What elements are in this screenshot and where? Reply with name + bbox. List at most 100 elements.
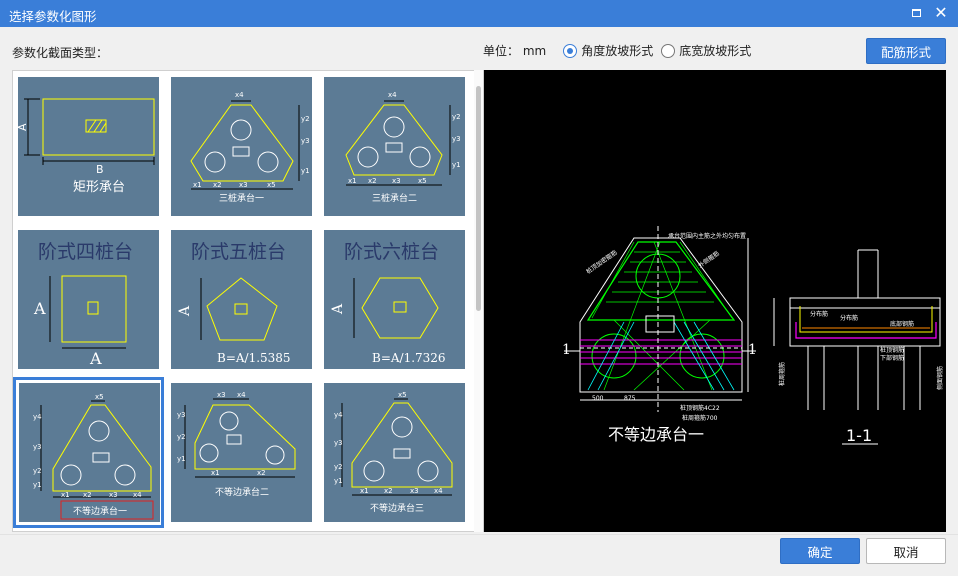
- svg-text:y1: y1: [33, 481, 42, 489]
- svg-text:x1: x1: [193, 181, 202, 189]
- svg-text:x3: x3: [217, 391, 226, 399]
- section-title: 1-1: [846, 426, 872, 445]
- rebar-form-button[interactable]: 配筋形式: [866, 38, 946, 64]
- three-pile-1-thumbnail: x4 y2 y3 y1 x1 x2 x3 x5 三桩承台一: [190, 91, 310, 204]
- tile-caption: 阶式四桩台: [38, 241, 133, 263]
- svg-text:1: 1: [562, 342, 571, 358]
- svg-text:875: 875: [624, 395, 636, 402]
- dim-label: A: [18, 123, 29, 131]
- title-bar: 选择参数化图形 ✕: [0, 0, 958, 27]
- svg-text:x2: x2: [213, 181, 222, 189]
- shape-tile-rect[interactable]: A B 矩形承台: [13, 71, 164, 222]
- svg-text:x3: x3: [239, 181, 248, 189]
- svg-text:x2: x2: [368, 177, 377, 185]
- shape-tile-unequal-1[interactable]: x5 y4 y3 y2 y1 x1 x2 x3 x4 不等边承台一: [13, 377, 164, 528]
- tile-caption: 矩形承台: [73, 180, 125, 195]
- svg-text:B=A/1.7326: B=A/1.7326: [372, 351, 446, 365]
- window-title: 选择参数化图形: [9, 9, 97, 24]
- svg-text:x1: x1: [211, 469, 220, 477]
- svg-text:1: 1: [748, 342, 757, 358]
- svg-text:x1: x1: [348, 177, 357, 185]
- svg-text:y1: y1: [177, 455, 186, 463]
- svg-text:y3: y3: [301, 137, 310, 145]
- svg-text:x1: x1: [61, 491, 70, 499]
- tile-caption: 三桩承台二: [372, 192, 417, 204]
- unequal-2-thumbnail: x3 x4 y3 y2 y1 x1 x2 不等边承台二: [177, 391, 296, 498]
- svg-text:y2: y2: [177, 433, 186, 441]
- maximize-button[interactable]: [907, 4, 925, 22]
- svg-text:A: A: [330, 303, 346, 315]
- close-icon: ✕: [934, 3, 948, 22]
- section-type-label: 参数化截面类型：: [12, 46, 109, 60]
- svg-text:y3: y3: [177, 411, 186, 419]
- svg-text:y2: y2: [301, 115, 310, 123]
- svg-text:分布筋: 分布筋: [810, 310, 828, 318]
- svg-text:x2: x2: [384, 487, 393, 495]
- svg-text:x4: x4: [434, 487, 443, 495]
- svg-text:桩周箍筋: 桩周箍筋: [778, 362, 786, 386]
- svg-text:下部钢筋: 下部钢筋: [880, 354, 904, 362]
- shape-tile-three-pile-2[interactable]: x4 y2 y3 y1 x1 x2 x3 x5 三桩承台二: [319, 71, 470, 222]
- svg-text:y3: y3: [452, 135, 461, 143]
- shape-tile-unequal-3[interactable]: x5 y4 y3 y2 y1 x1 x2 x3 x4 不等边承台三: [319, 377, 470, 528]
- maximize-icon: [911, 9, 921, 17]
- cad-drawing: 1 1 500 875 承台范围内主筋之外均匀布置 桩顶加密箍筋 外侧箍筋 桩顶…: [562, 226, 944, 445]
- tile-caption: 不等边承台二: [215, 486, 269, 498]
- svg-text:y1: y1: [301, 167, 310, 175]
- rect-cap-thumbnail: A B 矩形承台: [18, 98, 155, 195]
- ok-button[interactable]: 确定: [780, 538, 860, 564]
- svg-text:x4: x4: [235, 91, 244, 99]
- unit-label: 单位： mm: [483, 44, 547, 58]
- plan-title: 不等边承台一: [608, 425, 704, 444]
- svg-text:B=A/1.5385: B=A/1.5385: [217, 351, 291, 365]
- tile-caption: 阶式六桩台: [344, 241, 439, 263]
- svg-text:A: A: [33, 299, 46, 318]
- unequal-3-thumbnail: x5 y4 y3 y2 y1 x1 x2 x3 x4 不等边承台三: [334, 391, 453, 514]
- cad-preview: 1 1 500 875 承台范围内主筋之外均匀布置 桩顶加密箍筋 外侧箍筋 桩顶…: [484, 70, 946, 532]
- shape-tile-three-pile-1[interactable]: x4 y2 y3 y1 x1 x2 x3 x5 三桩承台一: [166, 71, 317, 222]
- svg-text:x3: x3: [109, 491, 118, 499]
- svg-text:y2: y2: [334, 463, 343, 471]
- svg-text:y4: y4: [334, 411, 343, 419]
- shape-tile-unequal-2[interactable]: x3 x4 y3 y2 y1 x1 x2 不等边承台二: [166, 377, 317, 528]
- svg-text:y1: y1: [452, 161, 461, 169]
- svg-text:y2: y2: [452, 113, 461, 121]
- svg-text:x5: x5: [95, 393, 104, 401]
- dim-label: B: [96, 163, 104, 176]
- svg-text:桩顶钢筋4C22: 桩顶钢筋4C22: [680, 404, 720, 412]
- svg-text:x5: x5: [418, 177, 427, 185]
- svg-text:y4: y4: [33, 413, 42, 421]
- unit-row: 单位： mm 角度放坡形式 底宽放坡形式: [483, 42, 751, 59]
- svg-text:x5: x5: [267, 181, 276, 189]
- radio-angle-slope[interactable]: 角度放坡形式: [563, 42, 653, 59]
- svg-text:A: A: [89, 349, 102, 368]
- svg-text:x4: x4: [388, 91, 397, 99]
- shape-tile-step-6[interactable]: 阶式六桩台 A B=A/1.7326: [319, 224, 470, 375]
- radio-width-slope[interactable]: 底宽放坡形式: [661, 42, 751, 59]
- scrollbar-thumb[interactable]: [476, 86, 481, 311]
- svg-text:x3: x3: [410, 487, 419, 495]
- svg-text:x2: x2: [83, 491, 92, 499]
- svg-text:x4: x4: [237, 391, 246, 399]
- svg-text:分布筋: 分布筋: [840, 314, 858, 322]
- three-pile-2-thumbnail: x4 y2 y3 y1 x1 x2 x3 x5 三桩承台二: [345, 91, 461, 204]
- svg-text:外侧箍筋: 外侧箍筋: [697, 249, 721, 269]
- shape-tile-step-5[interactable]: 阶式五桩台 A B=A/1.5385: [166, 224, 317, 375]
- step-4-thumbnail: 阶式四桩台 A A: [33, 241, 133, 368]
- svg-text:侧面钢筋: 侧面钢筋: [936, 366, 944, 390]
- unequal-1-thumbnail: x5 y4 y3 y2 y1 x1 x2 x3 x4 不等边承台一: [33, 393, 154, 520]
- shape-tile-step-4[interactable]: 阶式四桩台 A A: [13, 224, 164, 375]
- svg-text:桩顶钢筋: 桩顶钢筋: [880, 346, 904, 354]
- svg-text:x2: x2: [257, 469, 266, 477]
- footer-divider: [0, 534, 958, 535]
- svg-text:x3: x3: [392, 177, 401, 185]
- svg-text:桩周箍筋700: 桩周箍筋700: [682, 414, 718, 422]
- tile-caption: 不等边承台一: [73, 505, 127, 517]
- close-button[interactable]: ✕: [932, 4, 950, 22]
- tile-caption: 不等边承台三: [370, 502, 424, 514]
- svg-text:x1: x1: [360, 487, 369, 495]
- radio-unchecked-icon: [661, 43, 676, 58]
- cancel-button[interactable]: 取消: [866, 538, 946, 564]
- gallery-scrollbar[interactable]: [474, 70, 483, 532]
- radio-checked-icon: [563, 43, 578, 58]
